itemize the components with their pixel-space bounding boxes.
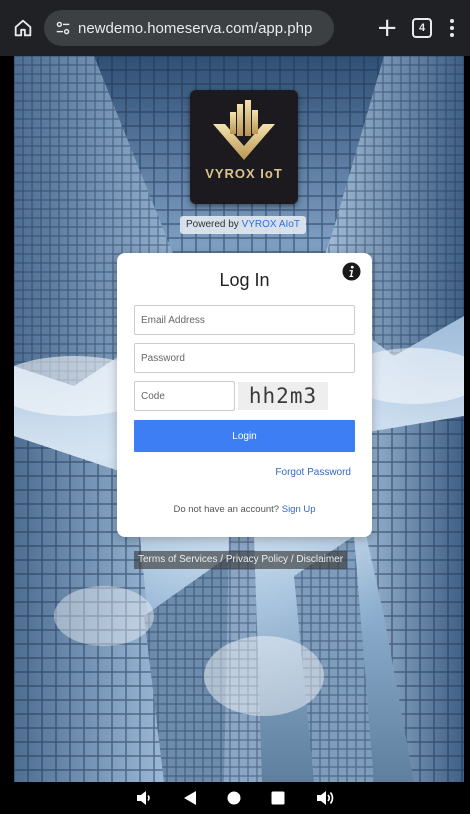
system-nav-bar [0, 782, 470, 814]
browser-toolbar: newdemo.homeserva.com/app.php + 4 [0, 0, 470, 56]
signup-link[interactable]: Sign Up [282, 504, 316, 515]
home-nav-icon[interactable] [227, 791, 241, 805]
plus-icon[interactable]: + [376, 15, 398, 41]
site-settings-icon[interactable] [54, 19, 72, 37]
privacy-link[interactable]: Privacy Policy [226, 554, 288, 565]
brand-logo: VYROX IoT [190, 90, 298, 204]
captcha-image: hh2m3 [238, 382, 328, 410]
code-field[interactable] [134, 381, 235, 411]
powered-by-label: Powered by [186, 219, 242, 230]
recents-icon[interactable] [271, 791, 285, 805]
login-card: Log In hh2m3 Login Forgot Password Do no… [117, 253, 372, 537]
password-field[interactable] [134, 343, 355, 373]
powered-by-link[interactable]: VYROX AIoT [242, 219, 300, 230]
volume-up-icon[interactable] [315, 790, 335, 806]
signup-prompt: Do not have an account? Sign Up [117, 504, 372, 515]
email-field[interactable] [134, 305, 355, 335]
url-text: newdemo.homeserva.com/app.php [78, 19, 313, 37]
home-icon[interactable] [8, 13, 38, 43]
logo-text: VYROX IoT [205, 166, 283, 181]
login-title: Log In [219, 270, 270, 290]
address-bar[interactable]: newdemo.homeserva.com/app.php [44, 10, 334, 46]
disclaimer-link[interactable]: Disclaimer [296, 554, 343, 565]
footer-links: Terms of Services / Privacy Policy / Dis… [134, 551, 348, 569]
login-button[interactable]: Login [134, 420, 355, 452]
volume-down-icon[interactable] [135, 790, 153, 806]
powered-by-badge: Powered by VYROX AIoT [180, 216, 306, 234]
more-icon[interactable] [446, 19, 458, 37]
terms-link[interactable]: Terms of Services [138, 554, 217, 565]
tab-switcher-icon[interactable]: 4 [412, 18, 432, 38]
forgot-password-link[interactable]: Forgot Password [275, 467, 351, 478]
signup-prompt-text: Do not have an account? [173, 504, 282, 515]
info-icon[interactable] [342, 262, 361, 281]
logo-mark-icon [213, 100, 275, 160]
back-icon[interactable] [183, 790, 197, 806]
footer-separator: / [217, 554, 226, 565]
